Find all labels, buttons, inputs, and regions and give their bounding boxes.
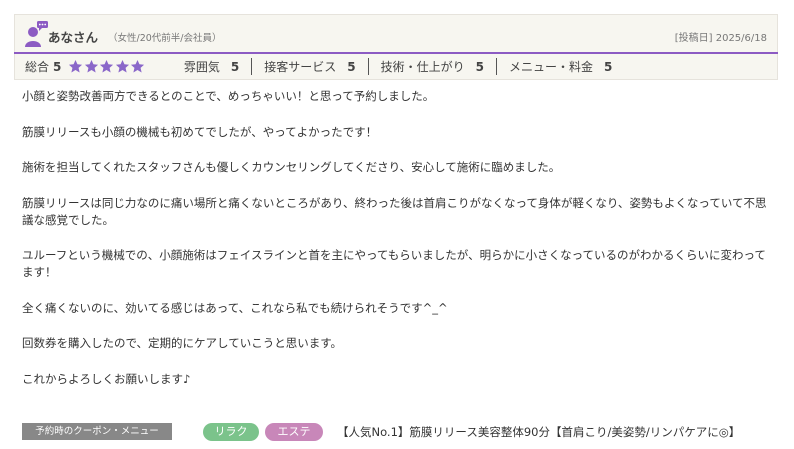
review-paragraph: 回数券を購入したので、定期的にケアしていこうと思います。: [22, 336, 343, 350]
overall-rating: 総合 5: [25, 58, 61, 75]
rating-technique: 技術・仕上がり 5: [369, 58, 497, 75]
review-paragraph: 小顔と姿勢改善両方できるとのことで、めっちゃいい！と思って予約しました。: [22, 89, 435, 103]
coupon-menu-link[interactable]: 【人気No.1】筋膜リリース美容整体90分【首肩こり/美姿勢/リンパケアに◎】: [337, 424, 740, 440]
review-paragraph: 筋膜リリースも小顔の機械も初めてでしたが、やってよかったです！: [22, 124, 378, 139]
overall-label: 総合: [25, 60, 50, 74]
rating-label: 接客サービス: [264, 60, 337, 74]
tag-riraku[interactable]: リラク: [203, 423, 259, 441]
rating-value: 5: [230, 59, 240, 74]
star-icon: [131, 59, 145, 73]
ratings-bar: 総合 5 雰囲気 5 接客サービス 5 技術・仕上がり 5 メニュー・料金 5: [14, 54, 778, 80]
star-icon: [115, 59, 129, 73]
rating-label: 雰囲気: [183, 60, 220, 74]
rating-value: 5: [604, 59, 613, 74]
reviewer-profile: （女性/20代前半/会社員）: [108, 33, 222, 44]
review-card: あなさん （女性/20代前半/会社員） [投稿日] 2025/6/18 総合 5…: [14, 14, 778, 80]
star-rating: [68, 59, 146, 74]
review-paragraph: 全く痛くないのに、効いてる感じはあって、これなら私でも続けられそうです^_^: [22, 300, 448, 315]
star-icon: [100, 59, 114, 73]
rating-atmosphere: 雰囲気 5: [172, 58, 253, 75]
post-date: [投稿日] 2025/6/18: [674, 33, 767, 44]
review-paragraph: 施術を担当してくれたスタッフさんも優しくカウンセリングしてくださり、安心して施術…: [22, 160, 561, 174]
review-paragraph: 筋膜リリースは同じ力なのに痛い場所と痛くないところがあり、終わった後は首肩こりが…: [22, 195, 767, 227]
rating-value: 5: [347, 59, 356, 74]
review-header: あなさん （女性/20代前半/会社員） [投稿日] 2025/6/18: [14, 14, 778, 52]
review-paragraph: ユルーフという機械での、小顔施術はフェイスラインと首を主にやってもらいましたが、…: [22, 248, 766, 279]
rating-value: 5: [475, 59, 484, 74]
tag-esute[interactable]: エステ: [265, 423, 323, 441]
review-paragraph: これからよろしくお願いします♪: [22, 371, 191, 386]
user-avatar-icon: [25, 21, 48, 47]
rating-label: メニュー・料金: [509, 60, 594, 74]
rating-label: 技術・仕上がり: [380, 60, 465, 74]
star-icon: [84, 59, 98, 73]
reviewer-name: あなさん: [48, 30, 99, 45]
rating-service: 接客サービス 5: [252, 58, 369, 75]
star-icon: [69, 59, 83, 73]
overall-value: 5: [53, 59, 62, 74]
coupon-label: 予約時のクーポン・メニュー: [22, 423, 172, 440]
coupon-footer: 予約時のクーポン・メニュー リラク エステ 【人気No.1】筋膜リリース美容整体…: [22, 423, 782, 441]
review-body: 小顔と姿勢改善両方できるとのことで、めっちゃいい！と思って予約しました。 筋膜リ…: [22, 88, 774, 406]
rating-menu-price: メニュー・料金 5: [497, 58, 624, 75]
